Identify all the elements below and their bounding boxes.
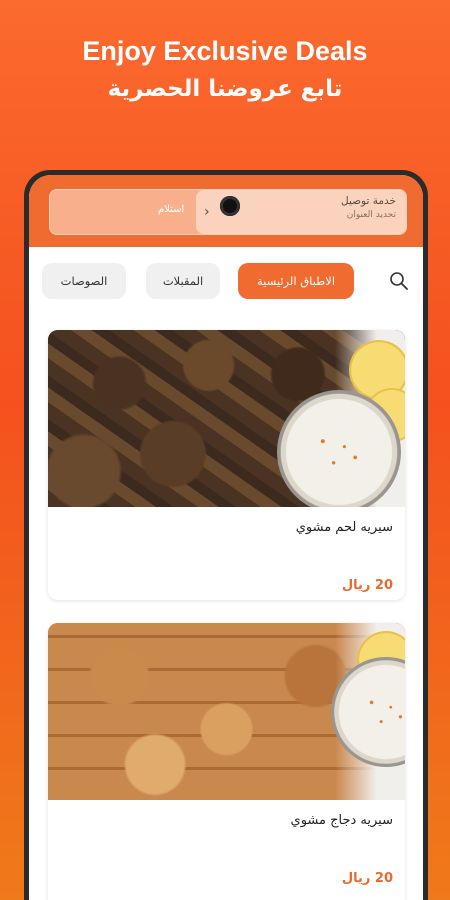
pickup-option[interactable]: استلام: [158, 204, 184, 215]
phone-frame: استلام خدمة توصيل تحديد العنوان ‹ الاطبا…: [24, 170, 428, 900]
product-image: [48, 623, 405, 800]
product-price: 20 ريال: [341, 871, 393, 886]
product-name: سيريه لحم مشوي: [295, 520, 393, 535]
app-screen: استلام خدمة توصيل تحديد العنوان ‹ الاطبا…: [29, 175, 423, 900]
tab-main-dishes[interactable]: الاطباق الرئيسية: [238, 263, 354, 299]
top-bar: استلام خدمة توصيل تحديد العنوان ‹: [29, 175, 423, 247]
sauce-bowl: [277, 390, 401, 507]
search-icon[interactable]: [389, 271, 409, 291]
product-card[interactable]: سيريه دجاج مشوي 20 ريال: [48, 623, 405, 900]
camera-cutout: [220, 196, 240, 216]
tab-appetizers[interactable]: المقبلات: [146, 263, 220, 299]
hero-title: Enjoy Exclusive Deals: [82, 36, 368, 66]
product-card[interactable]: سيريه لحم مشوي 20 ريال: [48, 330, 405, 600]
chevron-left-icon: ‹: [204, 204, 210, 220]
product-price: 20 ريال: [341, 578, 393, 593]
tab-sauces[interactable]: الصوصات: [42, 263, 126, 299]
product-name: سيريه دجاج مشوي: [290, 813, 393, 828]
product-image: [48, 330, 405, 507]
hero-subtitle: تابع عروضنا الحصرية: [107, 76, 343, 102]
